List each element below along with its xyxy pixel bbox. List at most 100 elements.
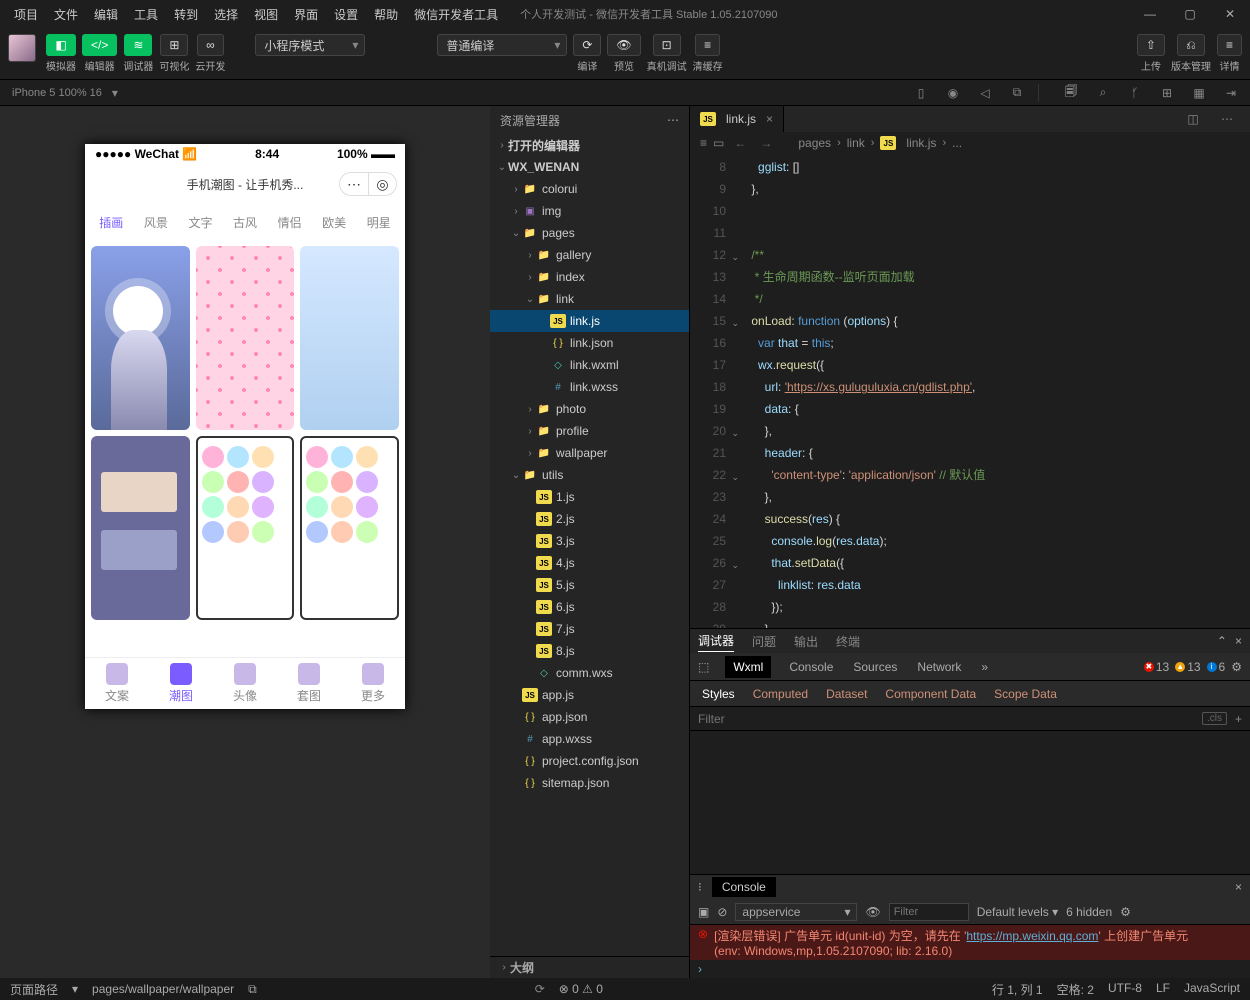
gear-icon[interactable]: ⚙ (1231, 660, 1242, 674)
files-icon[interactable]: 🗐 (1056, 81, 1086, 105)
menu-item[interactable]: 工具 (128, 2, 164, 27)
tree-item[interactable]: #app.wxss (490, 728, 689, 750)
inspect-icon[interactable]: ⬚ (698, 660, 709, 674)
status-item[interactable]: UTF-8 (1108, 981, 1142, 998)
tree-item[interactable]: ◇comm.wxs (490, 662, 689, 684)
filter-input[interactable] (698, 712, 1202, 726)
tabbar-item[interactable]: 文案 (85, 658, 149, 709)
tree-item[interactable]: JS1.js (490, 486, 689, 508)
sync-icon[interactable]: ⟳ (535, 982, 545, 996)
category-tab[interactable]: 欧美 (312, 208, 357, 237)
menu-item[interactable]: 编辑 (88, 2, 124, 27)
more-icon[interactable]: ⋯ (667, 113, 679, 127)
tab-more[interactable]: » (979, 656, 990, 678)
add-icon[interactable]: + (1235, 712, 1242, 726)
action-button[interactable]: ⎌ (1177, 34, 1205, 56)
chevron-up-icon[interactable]: ⌃ (1217, 634, 1227, 648)
compile-dropdown[interactable]: 普通编译 (437, 34, 567, 56)
tab-console[interactable]: Console (787, 656, 835, 678)
tree-item[interactable]: JSapp.js (490, 684, 689, 706)
tree-item[interactable]: JS2.js (490, 508, 689, 530)
list-icon[interactable]: ≡ (700, 136, 707, 150)
branch-icon[interactable]: ᚶ (1120, 81, 1150, 105)
levels-dropdown[interactable]: Default levels ▾ (977, 905, 1058, 919)
tab-network[interactable]: Network (915, 656, 963, 678)
tree-item[interactable]: ⌄📁pages (490, 222, 689, 244)
status-item[interactable]: LF (1156, 981, 1170, 998)
eye-icon[interactable]: 👁 (865, 905, 880, 919)
tree-item[interactable]: ›📁photo (490, 398, 689, 420)
tree-item[interactable]: JS5.js (490, 574, 689, 596)
close-button[interactable]: ✕ (1210, 0, 1250, 28)
wallpaper-card[interactable] (91, 436, 190, 620)
tree-item[interactable]: ◇link.wxml (490, 354, 689, 376)
menu-item[interactable]: 设置 (328, 2, 364, 27)
editor-tab[interactable]: JSlink.js× (690, 106, 784, 132)
ext-icon[interactable]: ⊞ (1152, 81, 1182, 105)
status-item[interactable]: JavaScript (1184, 981, 1240, 998)
record-icon[interactable]: ◉ (938, 81, 968, 105)
simulator-button[interactable]: ◧ (46, 34, 75, 56)
close-icon[interactable]: × (766, 112, 773, 126)
tree-item[interactable]: { }app.json (490, 706, 689, 728)
category-tab[interactable]: 插画 (89, 208, 134, 237)
open-editors-section[interactable]: ›打开的编辑器 (490, 134, 689, 156)
tab-output[interactable]: 输出 (794, 631, 818, 652)
wallpaper-card[interactable] (91, 246, 190, 430)
tabbar-item[interactable]: 更多 (341, 658, 405, 709)
action-button[interactable]: 👁 (607, 34, 640, 56)
forward-icon[interactable]: → (756, 136, 776, 150)
copy-icon[interactable]: ⧉ (1002, 81, 1032, 105)
test-icon[interactable]: ▦ (1184, 81, 1214, 105)
outline-section[interactable]: ›大纲 (490, 956, 689, 978)
menu-item[interactable]: 文件 (48, 2, 84, 27)
device-icon[interactable]: ▯ (906, 81, 936, 105)
tree-item[interactable]: JS6.js (490, 596, 689, 618)
hidden-count[interactable]: 6 hidden (1066, 905, 1112, 919)
wallpaper-card[interactable] (300, 246, 399, 430)
capsule[interactable]: ⋯◎ (339, 172, 397, 196)
wallpaper-card[interactable] (196, 246, 295, 430)
back-icon[interactable]: ← (730, 136, 750, 150)
page-path[interactable]: pages/wallpaper/wallpaper (92, 982, 234, 996)
tree-item[interactable]: JS7.js (490, 618, 689, 640)
split-icon[interactable]: ◫ (1178, 107, 1208, 131)
menu-item[interactable]: 帮助 (368, 2, 404, 27)
category-tab[interactable]: 风景 (134, 208, 179, 237)
action-button[interactable]: ≡ (1217, 34, 1242, 56)
console-tab[interactable]: Console (712, 877, 776, 897)
mute-icon[interactable]: ◁ (970, 81, 1000, 105)
category-tab[interactable]: 明星 (356, 208, 401, 237)
tree-item[interactable]: ›📁gallery (490, 244, 689, 266)
minimize-button[interactable]: — (1130, 0, 1170, 28)
menu-item[interactable]: 微信开发者工具 (408, 2, 504, 27)
tab-wxml[interactable]: Wxml (725, 656, 771, 678)
tree-item[interactable]: { }project.config.json (490, 750, 689, 772)
tree-item[interactable]: ›▣img (490, 200, 689, 222)
category-tab[interactable]: 文字 (178, 208, 223, 237)
action-button[interactable]: ⇧ (1137, 34, 1165, 56)
console-filter[interactable] (889, 903, 969, 921)
tree-item[interactable]: { }link.json (490, 332, 689, 354)
avatar[interactable] (8, 34, 36, 62)
editor-button[interactable]: </> (82, 34, 117, 56)
tree-item[interactable]: JS3.js (490, 530, 689, 552)
tree-item[interactable]: ›📁index (490, 266, 689, 288)
context-dropdown[interactable]: appservice ▾ (735, 903, 857, 921)
tab-debugger[interactable]: 调试器 (698, 630, 734, 652)
bookmark-icon[interactable]: ▭ (713, 136, 724, 150)
cls-button[interactable]: .cls (1202, 712, 1227, 725)
search-icon[interactable]: ⌕ (1088, 81, 1118, 105)
action-button[interactable]: ≡ (695, 34, 720, 56)
menu-item[interactable]: 界面 (288, 2, 324, 27)
action-button[interactable]: ⊡ (653, 34, 681, 56)
more-icon[interactable]: ⋯ (1212, 107, 1242, 131)
menu-item[interactable]: 项目 (8, 2, 44, 27)
tab-problems[interactable]: 问题 (752, 631, 776, 652)
status-item[interactable]: 空格: 2 (1057, 981, 1094, 998)
menu-item[interactable]: 视图 (248, 2, 284, 27)
tree-item[interactable]: JS4.js (490, 552, 689, 574)
close-icon[interactable]: × (1235, 634, 1242, 648)
expand-icon[interactable]: ⁝ (698, 880, 702, 894)
code-editor[interactable]: 89101112⌄131415⌄1617181920⌄2122⌄23242526… (690, 154, 1250, 628)
